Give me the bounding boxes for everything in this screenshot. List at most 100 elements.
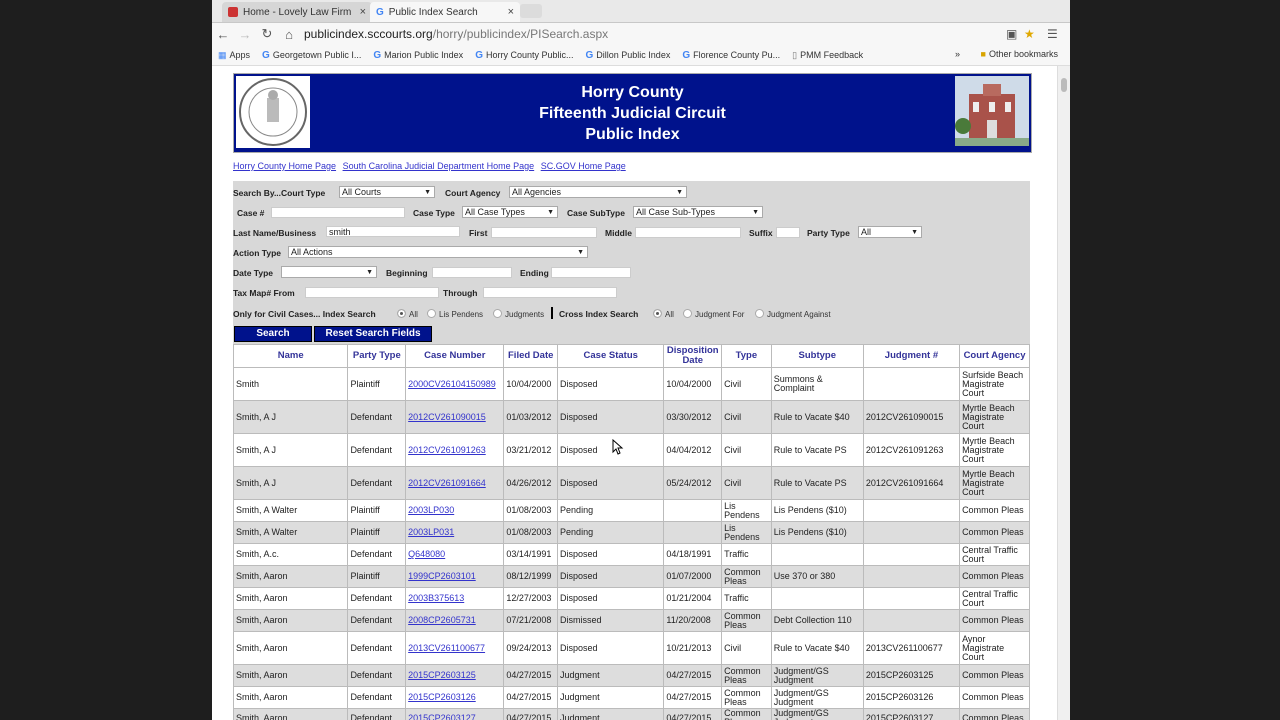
- suffix-input[interactable]: [776, 227, 800, 238]
- court-type-select[interactable]: All Courts ▼: [339, 186, 435, 198]
- table-cell: Common Pleas: [721, 708, 772, 720]
- link-scjd-home[interactable]: South Carolina Judicial Department Home …: [343, 161, 535, 171]
- cell-text: 2015CP2603126: [865, 692, 934, 702]
- cross-judgment-against-radio[interactable]: Judgment Against: [755, 309, 831, 319]
- other-bookmarks[interactable]: ■ Other bookmarks: [981, 49, 1058, 59]
- court-agency-select[interactable]: All Agencies ▼: [509, 186, 687, 198]
- table-cell: 2012CV261091664: [405, 466, 505, 500]
- case-number-link[interactable]: 2008CP2605731: [408, 615, 476, 625]
- banner-line-index: Public Index: [585, 126, 680, 143]
- case-number-link[interactable]: 2000CV26104150989: [408, 379, 496, 389]
- home-icon[interactable]: ⌂: [278, 27, 300, 42]
- case-number-link[interactable]: 2012CV261091664: [408, 478, 486, 488]
- tab-public-index[interactable]: G Public Index Search ×: [370, 2, 520, 22]
- table-cell: 03/14/1991: [503, 543, 559, 566]
- google-icon: G: [262, 49, 270, 61]
- vertical-scrollbar[interactable]: [1057, 66, 1070, 720]
- date-type-select[interactable]: ▼: [281, 266, 377, 278]
- case-number-link[interactable]: 2013CV261100677: [408, 643, 485, 653]
- bookmark-apps[interactable]: ▦ Apps: [218, 50, 250, 61]
- case-number-link[interactable]: 2012CV261091263: [408, 445, 486, 455]
- address-bar[interactable]: publicindex.sccourts.org/horry/publicind…: [304, 27, 608, 41]
- case-number-link[interactable]: 2003B375613: [408, 593, 464, 603]
- case-subtype-select[interactable]: All Case Sub-Types ▼: [633, 206, 763, 218]
- link-scgov-home[interactable]: SC.GOV Home Page: [541, 161, 626, 171]
- reload-icon[interactable]: ↻: [256, 26, 278, 42]
- cell-text: Judgment/GS Judgment: [773, 665, 829, 685]
- radio-label: Judgment Against: [767, 310, 831, 319]
- reset-search-button[interactable]: Reset Search Fields: [314, 326, 432, 342]
- bookmark-florence[interactable]: G Florence County Pu...: [682, 50, 780, 61]
- scrollbar-thumb[interactable]: [1061, 78, 1067, 92]
- link-horry-home[interactable]: Horry County Home Page: [233, 161, 336, 171]
- extension-icon[interactable]: ▣: [1006, 27, 1017, 41]
- col-filed-date-header[interactable]: Filed Date: [503, 344, 559, 368]
- cell-text: Disposed: [560, 571, 598, 581]
- close-icon[interactable]: ×: [360, 6, 366, 18]
- bookmark-marion[interactable]: G Marion Public Index: [373, 50, 463, 61]
- cell-text: 01/08/2003: [506, 505, 552, 515]
- cross-judgment-for-radio[interactable]: Judgment For: [683, 309, 744, 319]
- col-court-agency-header[interactable]: Court Agency: [959, 344, 1030, 368]
- col-party-type-header[interactable]: Party Type: [347, 344, 407, 368]
- date-type-label: Date Type: [233, 268, 273, 278]
- col-judgment-header[interactable]: Judgment #: [862, 344, 961, 368]
- case-number-link[interactable]: 2015CP2603126: [408, 692, 476, 702]
- case-number-link[interactable]: 2015CP2603127: [408, 713, 476, 720]
- bookmark-horry[interactable]: G Horry County Public...: [475, 50, 573, 61]
- table-cell: 2015CP2603126: [405, 686, 505, 709]
- col-disposition-date-header[interactable]: Disposition Date: [663, 344, 723, 368]
- search-button[interactable]: Search: [234, 326, 312, 342]
- dropdown-arrow-icon: ▼: [752, 209, 759, 216]
- table-cell: 2003B375613: [405, 587, 505, 610]
- case-number-link[interactable]: 2003LP030: [408, 505, 454, 515]
- back-icon[interactable]: ←: [212, 27, 234, 42]
- col-type-header[interactable]: Type: [721, 344, 772, 368]
- party-type-select[interactable]: All ▼: [858, 226, 922, 238]
- case-number-link[interactable]: 2015CP2603125: [408, 670, 476, 680]
- table-cell: Civil: [721, 466, 772, 500]
- action-type-select[interactable]: All Actions ▼: [288, 246, 588, 258]
- case-number-link[interactable]: 2012CV261090015: [408, 412, 486, 422]
- col-subtype-header[interactable]: Subtype: [770, 344, 864, 368]
- cross-all-radio[interactable]: All: [653, 309, 674, 319]
- cell-text: Common Pleas: [962, 615, 1024, 625]
- bookmark-pmm[interactable]: ▯ PMM Feedback: [792, 50, 863, 61]
- case-number-link[interactable]: Q648080: [408, 549, 445, 559]
- middle-name-input[interactable]: [635, 227, 741, 238]
- case-number-input[interactable]: [271, 207, 405, 218]
- tax-map-through-input[interactable]: [483, 287, 617, 298]
- col-case-status-header[interactable]: Case Status: [557, 344, 665, 368]
- bookmark-dillon[interactable]: G Dillon Public Index: [586, 50, 671, 61]
- cell-text: Civil: [724, 477, 742, 488]
- index-all-radio[interactable]: All: [397, 309, 418, 319]
- forward-icon[interactable]: →: [234, 27, 256, 42]
- col-case-number-header[interactable]: Case Number: [405, 344, 505, 368]
- table-row: Smith, Aaron Defendant 2015CP2603126 04/27/…: [232, 686, 1030, 709]
- table-cell: Disposed: [557, 367, 665, 401]
- case-number-link[interactable]: 1999CP2603101: [408, 571, 476, 581]
- first-name-input[interactable]: [491, 227, 597, 238]
- col-name-header[interactable]: Name: [232, 344, 349, 368]
- cell-text: 2012CV261090015: [865, 411, 944, 422]
- tax-map-from-input[interactable]: [305, 287, 439, 298]
- cell-text: 04/27/2015: [506, 712, 552, 720]
- table-cell: Disposed: [557, 433, 665, 467]
- tab-lovely-law[interactable]: Home - Lovely Law Firm ×: [222, 2, 372, 22]
- cell-text: 10/21/2013: [666, 642, 712, 653]
- ending-date-input[interactable]: [551, 267, 631, 278]
- last-name-input[interactable]: smith: [326, 226, 460, 237]
- case-type-select[interactable]: All Case Types ▼: [462, 206, 558, 218]
- index-judgments-radio[interactable]: Judgments: [493, 309, 544, 319]
- cell-text: Myrtle Beach Magistrate Court: [962, 435, 1015, 464]
- close-icon[interactable]: ×: [508, 6, 514, 18]
- menu-icon[interactable]: ☰: [1047, 27, 1058, 41]
- bookmarks-overflow-icon[interactable]: »: [955, 49, 960, 59]
- beginning-date-input[interactable]: [432, 267, 512, 278]
- new-tab-button[interactable]: [520, 4, 542, 18]
- cross-index-label: Cross Index Search: [559, 309, 639, 319]
- star-icon[interactable]: ★: [1024, 27, 1035, 41]
- case-number-link[interactable]: 2003LP031: [408, 527, 454, 537]
- index-lis-pendens-radio[interactable]: Lis Pendens: [427, 309, 483, 319]
- bookmark-georgetown[interactable]: G Georgetown Public I...: [262, 50, 361, 61]
